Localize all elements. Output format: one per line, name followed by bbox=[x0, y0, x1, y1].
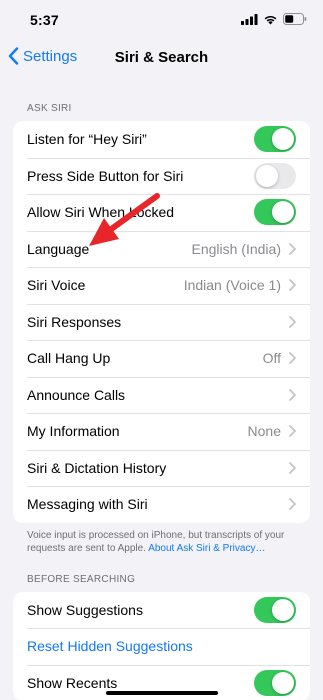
row-label: Siri Voice bbox=[27, 277, 86, 294]
row-value: Off bbox=[262, 350, 281, 367]
hey-siri-toggle[interactable] bbox=[254, 126, 296, 153]
show-recents-toggle[interactable] bbox=[254, 669, 296, 696]
row-messaging-with-siri[interactable]: Messaging with Siri bbox=[13, 486, 310, 523]
ask-siri-footnote: Voice input is processed on iPhone, but … bbox=[0, 523, 323, 555]
row-label: Messaging with Siri bbox=[27, 496, 148, 513]
status-time: 5:37 bbox=[30, 12, 59, 28]
about-siri-privacy-link[interactable]: About Ask Siri & Privacy… bbox=[148, 543, 265, 554]
row-reset-hidden-suggestions[interactable]: Reset Hidden Suggestions bbox=[13, 628, 310, 665]
row-label: Show Recents bbox=[27, 674, 118, 691]
row-hey-siri: Listen for “Hey Siri” bbox=[13, 121, 310, 158]
before-searching-group: Show Suggestions Reset Hidden Suggestion… bbox=[13, 591, 310, 700]
side-button-toggle[interactable] bbox=[254, 162, 296, 189]
section-header-ask-siri: ASK SIRI bbox=[27, 103, 72, 114]
row-language[interactable]: Language English (India) bbox=[13, 230, 310, 268]
row-side-button: Press Side Button for Siri bbox=[13, 157, 310, 195]
battery-icon bbox=[283, 13, 307, 25]
status-icons bbox=[241, 13, 307, 25]
section-header-before-searching: BEFORE SEARCHING bbox=[27, 573, 136, 585]
chevron-right-icon bbox=[289, 242, 296, 255]
row-call-hang-up[interactable]: Call Hang Up Off bbox=[13, 340, 310, 377]
cellular-signal-icon bbox=[241, 13, 258, 25]
row-label: Press Side Button for Siri bbox=[27, 167, 184, 184]
ask-siri-group: Listen for “Hey Siri” Press Side Button … bbox=[13, 121, 310, 523]
row-label: Language bbox=[27, 240, 90, 257]
row-value: Indian (Voice 1) bbox=[183, 277, 281, 294]
chevron-right-icon bbox=[289, 498, 296, 511]
row-dictation-history[interactable]: Siri & Dictation History bbox=[13, 449, 310, 487]
wifi-icon bbox=[264, 15, 277, 24]
row-allow-when-locked: Allow Siri When Locked bbox=[13, 194, 310, 231]
chevron-right-icon bbox=[289, 352, 296, 365]
row-label: Announce Calls bbox=[27, 386, 126, 403]
row-announce-calls[interactable]: Announce Calls bbox=[13, 376, 310, 414]
chevron-right-icon bbox=[289, 388, 296, 401]
chevron-right-icon bbox=[289, 461, 296, 474]
row-label: My Information bbox=[27, 423, 120, 440]
row-label: Allow Siri When Locked bbox=[27, 204, 175, 221]
row-label: Show Suggestions bbox=[27, 601, 143, 618]
chevron-right-icon bbox=[289, 425, 296, 438]
allow-when-locked-toggle[interactable] bbox=[254, 199, 296, 226]
row-label: Call Hang Up bbox=[27, 350, 111, 367]
page-title: Siri & Search bbox=[114, 49, 209, 66]
navigation-bar: Settings Siri & Search bbox=[0, 40, 323, 77]
row-siri-voice[interactable]: Siri Voice Indian (Voice 1) bbox=[13, 267, 310, 304]
home-indicator[interactable] bbox=[105, 691, 218, 695]
status-bar: 5:37 bbox=[0, 0, 323, 40]
chevron-right-icon bbox=[289, 279, 296, 292]
row-my-information[interactable]: My Information None bbox=[13, 413, 310, 450]
row-value: None bbox=[247, 423, 281, 440]
row-label: Siri & Dictation History bbox=[27, 459, 167, 476]
show-suggestions-toggle[interactable] bbox=[254, 596, 296, 623]
row-siri-responses[interactable]: Siri Responses bbox=[13, 303, 310, 341]
row-show-suggestions: Show Suggestions bbox=[13, 592, 310, 629]
chevron-right-icon bbox=[289, 315, 296, 328]
row-label: Listen for “Hey Siri” bbox=[27, 131, 147, 148]
row-label: Siri Responses bbox=[27, 313, 122, 330]
row-value: English (India) bbox=[191, 240, 282, 257]
reset-hidden-suggestions-button[interactable]: Reset Hidden Suggestions bbox=[27, 638, 296, 654]
